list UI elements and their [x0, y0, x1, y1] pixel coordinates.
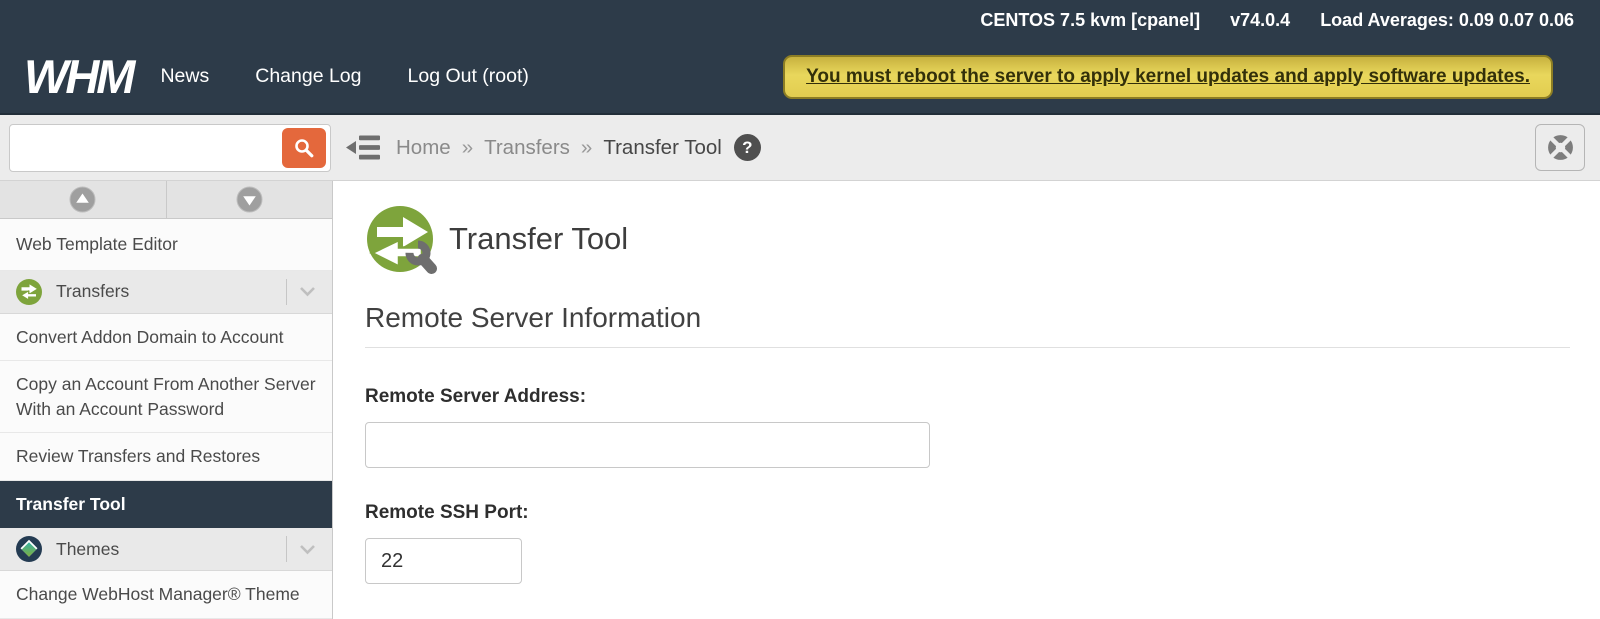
sidebar-section-transfers[interactable]: Transfers — [0, 271, 332, 314]
section-divider — [286, 536, 287, 562]
breadcrumb-home[interactable]: Home — [396, 136, 451, 160]
remote-ssh-port-input[interactable] — [365, 538, 522, 584]
transfers-icon — [16, 279, 42, 305]
sidebar-item-web-template-editor[interactable]: Web Template Editor — [0, 219, 332, 271]
sidebar-section-themes[interactable]: Themes — [0, 528, 332, 571]
collapse-sidebar-button[interactable] — [346, 134, 380, 161]
sidebar-scroll-controls — [0, 181, 332, 219]
main-header: WHM News Change Log Log Out (root) You m… — [0, 40, 1600, 115]
breadcrumb-current-page: Transfer Tool — [603, 136, 722, 160]
sidebar: Web Template Editor Transfers Convert — [0, 181, 333, 619]
sidebar-scroll-down-button[interactable] — [167, 181, 333, 218]
breadcrumb: Home » Transfers » Transfer Tool — [396, 136, 722, 160]
nav-link-news[interactable]: News — [160, 65, 209, 88]
scroll-up-icon — [69, 186, 96, 213]
page-title: Transfer Tool — [449, 221, 628, 257]
remote-ssh-port-label: Remote SSH Port: — [365, 502, 1570, 524]
search-button[interactable] — [282, 128, 326, 168]
chevron-down-icon — [299, 544, 316, 555]
section-heading: Remote Server Information — [365, 302, 1570, 348]
chevron-down-icon — [299, 286, 316, 297]
page-title-row: Transfer Tool — [365, 203, 1570, 275]
sidebar-item-convert-addon-domain[interactable]: Convert Addon Domain to Account — [0, 314, 332, 362]
page-body: Web Template Editor Transfers Convert — [0, 181, 1600, 619]
breadcrumb-separator: » — [462, 136, 473, 160]
system-info-text: CENTOS 7.5 kvm [cpanel] — [980, 10, 1200, 31]
main-content: Transfer Tool Remote Server Information … — [333, 181, 1600, 619]
themes-icon — [16, 536, 42, 562]
search-box — [9, 124, 331, 172]
load-averages-text: Load Averages: 0.09 0.07 0.06 — [1320, 10, 1574, 31]
sidebar-section-label: Transfers — [56, 281, 129, 302]
sidebar-item-change-whm-theme[interactable]: Change WebHost Manager® Theme — [0, 571, 332, 619]
section-divider — [286, 279, 287, 305]
whm-logo[interactable]: WHM — [24, 53, 160, 100]
sidebar-item-review-transfers[interactable]: Review Transfers and Restores — [0, 433, 332, 481]
support-button[interactable] — [1535, 124, 1585, 171]
sidebar-item-transfer-tool[interactable]: Transfer Tool — [0, 481, 332, 529]
header-nav: News Change Log Log Out (root) — [160, 65, 528, 88]
transfer-tool-icon — [365, 203, 437, 275]
lifebuoy-icon — [1546, 133, 1575, 162]
reboot-alert-link[interactable]: You must reboot the server to apply kern… — [783, 55, 1553, 99]
nav-link-log-out[interactable]: Log Out (root) — [408, 65, 529, 88]
breadcrumb-transfers[interactable]: Transfers — [484, 136, 570, 160]
toolbar: Home » Transfers » Transfer Tool ? — [0, 115, 1600, 181]
collapse-sidebar-icon — [346, 134, 380, 161]
help-icon[interactable]: ? — [734, 134, 761, 161]
remote-server-address-input[interactable] — [365, 422, 930, 468]
version-text: v74.0.4 — [1230, 10, 1290, 31]
sidebar-scroll-up-button[interactable] — [0, 181, 167, 218]
remote-server-address-label: Remote Server Address: — [365, 386, 1570, 408]
sidebar-item-copy-account[interactable]: Copy an Account From Another Server With… — [0, 361, 332, 433]
sidebar-section-label: Themes — [56, 539, 119, 560]
nav-link-change-log[interactable]: Change Log — [255, 65, 361, 88]
scroll-down-icon — [236, 186, 263, 213]
breadcrumb-separator: » — [581, 136, 592, 160]
search-icon — [293, 137, 315, 159]
system-status-bar: CENTOS 7.5 kvm [cpanel] v74.0.4 Load Ave… — [0, 0, 1600, 40]
